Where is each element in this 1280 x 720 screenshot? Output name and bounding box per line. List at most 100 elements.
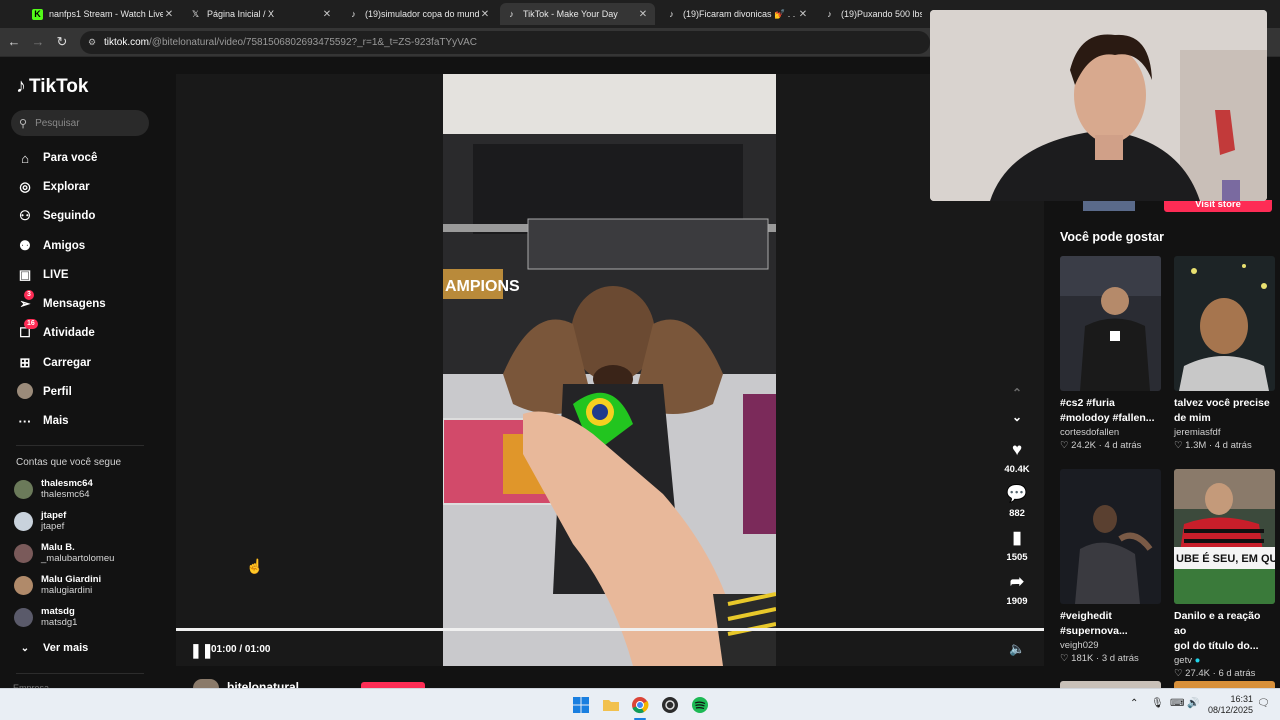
tiktok-icon: ♪ — [669, 9, 674, 19]
card-caption: talvez você precise de mim — [1174, 397, 1270, 424]
clock-date: 08/12/2025 — [1207, 705, 1253, 715]
browser-tab-active[interactable]: ♪ TikTok - Make Your Day ✕ — [500, 3, 655, 25]
following-account[interactable]: Malu Giardini malugiardini — [14, 574, 101, 596]
next-video-button[interactable]: ⌄ — [997, 410, 1037, 424]
site-info-icon[interactable]: ⚙ — [88, 37, 96, 48]
sidebar: ♪ TikTok ⚲ Pesquisar ⌂ Para você ◎ Explo… — [0, 57, 160, 688]
search-input[interactable]: ⚲ Pesquisar — [11, 110, 149, 136]
address-bar[interactable]: ⚙ tiktok.com/@bitelonatural/video/758150… — [80, 31, 930, 54]
following-account[interactable]: thalesmc64 thalesmc64 — [14, 478, 93, 500]
tab-title: (19)Puxando 500 lbs o ma — [841, 9, 922, 19]
recommended-video-card[interactable]: UBE É SEU, EM QUALQ Danilo e a reação ao… — [1174, 469, 1275, 679]
tiktok-note-icon: ♪ — [16, 75, 26, 97]
sidebar-item-para-voce[interactable]: ⌂ Para você — [16, 147, 97, 169]
os-taskbar: ⌃ 🎙 ⌨ 🔊 16:31 08/12/2025 🗨 — [0, 688, 1280, 720]
card-author-row: getv ● — [1174, 655, 1275, 666]
comment-button[interactable]: 💬 882 — [997, 484, 1037, 519]
sidebar-item-atividade[interactable]: ☐ 16 Atividade — [16, 319, 95, 344]
sidebar-item-amigos[interactable]: ⚉ Amigos — [16, 235, 85, 257]
video-progress-bar[interactable] — [176, 628, 1044, 631]
browser-tab[interactable]: 𝕏 Página Inicial / X ✕ — [184, 3, 339, 25]
sidebar-item-label: Mensagens — [43, 298, 106, 310]
volume-button[interactable]: 🔈 — [1009, 641, 1025, 657]
spotify-icon[interactable] — [690, 695, 710, 715]
clock[interactable]: 16:31 08/12/2025 — [1205, 694, 1253, 716]
video-thumbnail — [1174, 256, 1275, 391]
reload-icon[interactable]: ↻ — [54, 34, 70, 50]
card-likes: 24.2K — [1071, 440, 1096, 451]
heart-outline-icon: ♡ — [1060, 653, 1069, 664]
logo-text: TikTok — [29, 75, 89, 97]
previous-video-button[interactable]: ⌃ — [997, 386, 1037, 400]
cursor-hand-icon: ☝ — [246, 558, 264, 574]
chevron-up-icon[interactable]: ⌃ — [1130, 698, 1138, 709]
browser-tab[interactable]: ♪ (19)Ficaram divonicas 💅 . . . . ✕ — [660, 3, 815, 25]
back-icon[interactable]: ← — [6, 34, 22, 50]
sidebar-item-mais[interactable]: ··· Mais — [16, 410, 69, 432]
browser-tab[interactable]: ♪ (19)Puxando 500 lbs o ma — [818, 3, 928, 25]
microphone-icon[interactable]: 🎙 — [1151, 698, 1164, 709]
video-thumbnail-partial[interactable] — [1174, 681, 1275, 688]
video-thumbnail-partial[interactable] — [1060, 681, 1161, 688]
tiktok-logo[interactable]: ♪ TikTok — [16, 75, 88, 98]
chevron-down-icon: ⌄ — [20, 642, 30, 654]
sidebar-item-explorar[interactable]: ◎ Explorar — [16, 176, 89, 198]
windows-start-icon[interactable] — [571, 695, 591, 715]
account-handle: malugiardini — [41, 585, 93, 596]
recommended-video-card[interactable]: #veighedit #supernova... veigh029 ♡ 181K… — [1060, 469, 1161, 664]
file-explorer-icon[interactable] — [601, 695, 621, 715]
activity-badge: 16 — [24, 319, 38, 329]
following-account[interactable]: matsdg matsdg1 — [14, 606, 77, 628]
recommended-video-card[interactable]: talvez você precise de mim jeremiasfdf ♡… — [1174, 256, 1275, 451]
close-tab-icon[interactable]: ✕ — [321, 9, 333, 20]
product-thumbnail[interactable] — [1083, 200, 1135, 211]
speaker-icon[interactable]: 🔊 — [1187, 698, 1199, 709]
card-caption: Danilo e a reação ao gol do título do... — [1174, 610, 1261, 652]
sidebar-item-label: Carregar — [43, 357, 91, 369]
author-name[interactable]: bitelonatural — [227, 680, 299, 688]
live-icon: ▣ — [18, 267, 32, 282]
browser-tab[interactable]: ♪ (19)simulador copa do mundo ✕ — [342, 3, 497, 25]
sidebar-item-perfil[interactable]: Perfil — [16, 381, 72, 403]
card-age: 3 d atrás — [1101, 653, 1139, 664]
following-account[interactable]: jtapef jtapef — [14, 510, 66, 532]
save-button[interactable]: ▮ 1505 — [997, 528, 1037, 563]
close-tab-icon[interactable]: ✕ — [637, 9, 649, 20]
chrome-icon[interactable] — [630, 695, 650, 715]
forward-icon[interactable]: → — [30, 34, 46, 50]
recommended-video-card[interactable]: #cs2 #furia #molodoy #fallen... cortesdo… — [1060, 256, 1161, 451]
author-avatar[interactable] — [193, 679, 219, 688]
following-account[interactable]: Malu B. _malubartolomeu — [14, 542, 114, 564]
avatar — [14, 607, 33, 627]
like-button[interactable]: ♥ 40.4K — [997, 440, 1037, 475]
close-tab-icon[interactable]: ✕ — [797, 9, 809, 20]
sidebar-item-carregar[interactable]: ⊞ Carregar — [16, 352, 91, 374]
messages-icon: ➢ 3 — [16, 290, 34, 312]
sidebar-item-label: Seguindo — [43, 210, 96, 222]
network-icon[interactable]: ⌨ — [1170, 698, 1184, 709]
share-button[interactable]: ➦ 1909 — [997, 572, 1037, 607]
pause-button[interactable]: ❚❚ — [190, 642, 213, 659]
account-name: Malu B. — [41, 542, 75, 553]
svg-text:UBE É SEU, EM QUALQ: UBE É SEU, EM QUALQ — [1176, 552, 1275, 565]
notification-icon[interactable]: 🗨 — [1257, 698, 1270, 709]
sidebar-item-mensagens[interactable]: ➢ 3 Mensagens — [16, 290, 106, 315]
obs-icon[interactable] — [660, 695, 680, 715]
account-handle: jtapef — [41, 521, 65, 532]
browser-tab[interactable]: K nanfps1 Stream - Watch Live o ✕ — [26, 3, 181, 25]
video-image: AMPIONS — [443, 74, 776, 666]
visit-store-button[interactable]: Visit store — [1164, 200, 1272, 212]
sidebar-item-live[interactable]: ▣ LIVE — [16, 264, 69, 286]
close-tab-icon[interactable]: ✕ — [479, 9, 491, 20]
avatar — [14, 575, 33, 595]
section-title: Você pode gostar — [1060, 230, 1164, 244]
close-tab-icon[interactable]: ✕ — [163, 9, 175, 20]
tab-title: (19)Ficaram divonicas 💅 . . . . — [683, 8, 797, 19]
sidebar-item-seguindo[interactable]: ⚇ Seguindo — [16, 205, 95, 227]
card-author: veigh029 — [1060, 640, 1099, 651]
compass-icon: ◎ — [19, 179, 31, 194]
tab-title: (19)simulador copa do mundo — [365, 9, 479, 19]
see-more-link[interactable]: ⌄ Ver mais — [16, 637, 88, 659]
video-frame[interactable]: AMPIONS — [443, 74, 776, 666]
account-name: matsdg — [41, 606, 75, 617]
